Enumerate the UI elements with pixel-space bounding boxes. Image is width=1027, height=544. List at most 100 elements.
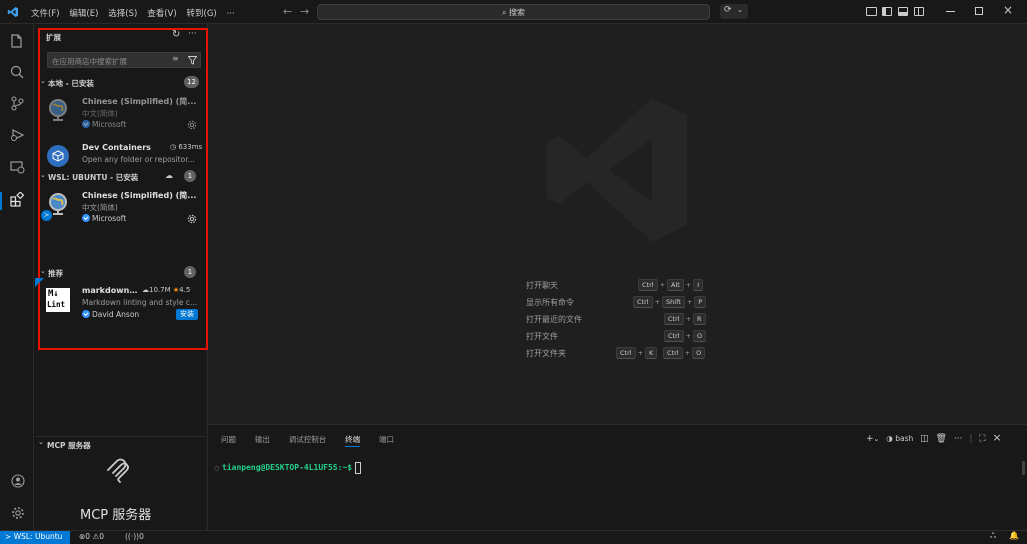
section-wsl-installed[interactable]: WSL: UBUNTU - 已安装 xyxy=(48,172,138,183)
section-mcp-servers[interactable]: MCP 服务器 xyxy=(47,440,91,451)
panel-tabs: 问题 输出 调试控制台 终端 端口 xyxy=(221,434,410,447)
recommended-count-badge: 1 xyxy=(184,266,196,278)
bottom-panel: 问题 输出 调试控制台 终端 端口 +⌄ ◑ bash ◫ 🗑 ··· | ⛶ … xyxy=(208,424,1027,530)
menu-bar: 文件(F) 编辑(E) 选择(S) 查看(V) 转到(G) ··· xyxy=(31,7,242,19)
extension-name: markdownl... xyxy=(82,286,140,295)
filter-icon[interactable] xyxy=(188,56,197,65)
maximize-panel-icon[interactable]: ⛶ xyxy=(979,434,985,444)
toggle-panel-icon[interactable] xyxy=(898,7,908,16)
menu-more[interactable]: ··· xyxy=(227,9,235,19)
menu-file[interactable]: 文件(F) xyxy=(31,9,60,19)
chevron-down-icon[interactable]: ⌄ xyxy=(40,267,46,275)
search-icon[interactable] xyxy=(10,65,24,79)
manage-gear-icon[interactable] xyxy=(187,120,197,130)
close-panel-icon[interactable]: × xyxy=(992,431,1001,444)
title-bar: 文件(F) 编辑(E) 选择(S) 查看(V) 转到(G) ··· ← → ⌕ … xyxy=(0,0,1027,24)
extension-item-chinese-local[interactable]: Chinese (Simplified) (简... 中文(简体) Micros… xyxy=(39,92,205,134)
terminal-scrollbar[interactable] xyxy=(1022,461,1025,475)
extensions-sidebar: 扩展 ↻ ··· 在应用商店中搜索扩展 ≡ ⌄ 本地 - 已安装 12 Chin… xyxy=(34,24,208,530)
menu-view[interactable]: 查看(V) xyxy=(147,9,176,19)
menu-go[interactable]: 转到(G) xyxy=(187,9,217,19)
hint-open-folder: 打开文件夹 xyxy=(526,349,566,358)
command-center-search: 搜索 xyxy=(509,8,526,17)
run-debug-icon[interactable] xyxy=(10,128,25,142)
account-icon[interactable] xyxy=(11,474,25,488)
chevron-down-icon[interactable]: ⌄ xyxy=(40,77,46,85)
tab-debug-console[interactable]: 调试控制台 xyxy=(289,435,327,444)
ports-indicator[interactable]: ((·))0 xyxy=(125,532,144,541)
hint-open-folder-keys: Ctrl + K Ctrl + O xyxy=(616,347,706,359)
toggle-primary-sidebar-icon[interactable] xyxy=(882,7,892,16)
local-installed-count-badge: 12 xyxy=(184,76,199,88)
close-icon[interactable]: × xyxy=(1003,3,1013,17)
restore-icon[interactable] xyxy=(975,7,983,15)
editor-area: 打开聊天 Ctrl + Alt + I 显示所有命令 Ctrl + Shift + P 打开最近… xyxy=(208,24,1027,424)
cloud-sync-icon[interactable]: ☁ xyxy=(165,171,173,180)
chevron-down-icon[interactable]: ⌄ xyxy=(38,438,44,446)
section-recommended[interactable]: 推荐 xyxy=(48,268,63,279)
vscode-logo-icon xyxy=(7,6,19,18)
extension-description: 中文(简体) xyxy=(82,109,118,118)
refresh-icon[interactable]: ↻ xyxy=(172,29,180,40)
extension-item-chinese-wsl[interactable]: ≻ Chinese (Simplified) (简... 中文(简体) Micr… xyxy=(39,186,205,228)
problems-indicator[interactable]: ⊗0 ⚠0 xyxy=(79,532,104,541)
trash-icon[interactable]: 🗑 xyxy=(936,434,947,444)
terminal-shell-button[interactable]: ◑ bash xyxy=(886,434,913,443)
extension-item-dev-containers[interactable]: Dev Containers ◷ 633ms Open any folder o… xyxy=(39,138,205,170)
remote-indicator[interactable]: ≻ WSL: Ubuntu xyxy=(0,531,70,544)
menu-selection[interactable]: 选择(S) xyxy=(108,9,137,19)
nav-back-icon[interactable]: ← xyxy=(283,5,292,18)
broadcast-icon: ((·)) xyxy=(125,532,140,541)
recommended-corner-icon xyxy=(35,278,44,287)
settings-gear-icon[interactable] xyxy=(11,506,25,520)
toggle-secondary-sidebar-icon[interactable] xyxy=(914,7,924,16)
terminal-cursor xyxy=(355,462,361,474)
hint-open-recent: 打开最近的文件 xyxy=(526,315,582,324)
install-button[interactable]: 安装 xyxy=(176,309,198,320)
source-control-icon[interactable] xyxy=(10,96,24,111)
chevron-down-icon[interactable]: ⌄ xyxy=(874,435,880,443)
manage-gear-icon[interactable] xyxy=(187,214,197,224)
tab-problems[interactable]: 问题 xyxy=(221,435,236,444)
new-terminal-icon[interactable]: + xyxy=(866,434,874,444)
notifications-bell-icon[interactable]: 🔔 xyxy=(1009,531,1019,540)
extensions-title: 扩展 xyxy=(46,33,61,42)
section-divider xyxy=(36,436,206,437)
chevron-down-icon[interactable]: ⌄ xyxy=(40,171,46,179)
nav-forward-icon[interactable]: → xyxy=(300,5,309,18)
tab-ports[interactable]: 端口 xyxy=(379,435,394,444)
extension-description: Markdown linting and style c... xyxy=(82,298,198,307)
more-actions-icon[interactable]: ··· xyxy=(954,434,963,444)
remote-label: WSL: Ubuntu xyxy=(13,532,63,541)
split-terminal-icon[interactable]: ◫ xyxy=(920,434,929,444)
extensions-search-input[interactable]: 在应用商店中搜索扩展 ≡ xyxy=(47,52,201,68)
verified-publisher-icon xyxy=(82,120,90,128)
menu-edit[interactable]: 编辑(E) xyxy=(69,9,98,19)
more-actions-icon[interactable]: ··· xyxy=(188,29,197,39)
command-center[interactable]: ⌕ 搜索 xyxy=(317,4,710,20)
terminal-icon: ◑ xyxy=(886,434,893,443)
extension-publisher: Microsoft xyxy=(82,214,126,223)
tab-output[interactable]: 输出 xyxy=(255,435,270,444)
hint-open-chat-keys: Ctrl + Alt + I xyxy=(638,279,704,291)
minimize-icon[interactable] xyxy=(946,11,955,12)
explorer-icon[interactable] xyxy=(10,34,24,49)
terminal-output[interactable]: tianpeng@DESKTOP-4L1UF5S:~$ xyxy=(222,463,357,472)
remote-explorer-icon[interactable] xyxy=(10,160,25,174)
separator: | xyxy=(969,434,973,444)
layout-customize-icon[interactable] xyxy=(866,7,877,16)
accounts-icon[interactable]: ஃ xyxy=(990,531,996,541)
extension-name: Chinese (Simplified) (简... xyxy=(82,97,197,106)
section-local-installed[interactable]: 本地 - 已安装 xyxy=(48,78,94,89)
clear-filter-icon[interactable]: ≡ xyxy=(172,54,179,63)
copilot-button[interactable]: ⟳ ⌄ xyxy=(720,4,748,19)
extension-item-markdownlint[interactable]: M↓ Lint markdownl... ☁10.7M ★4.5 Markdow… xyxy=(35,278,205,324)
download-count: ☁10.7M ★4.5 xyxy=(142,286,191,294)
hint-open-file: 打开文件 xyxy=(526,332,558,341)
tab-terminal[interactable]: 终端 xyxy=(345,435,361,447)
extensions-icon[interactable] xyxy=(10,192,25,207)
search-icon: ⌕ xyxy=(502,8,507,17)
hint-open-file-keys: Ctrl + O xyxy=(664,330,707,342)
mcp-logo-icon xyxy=(105,458,131,484)
chevron-down-icon: ⌄ xyxy=(737,6,743,14)
